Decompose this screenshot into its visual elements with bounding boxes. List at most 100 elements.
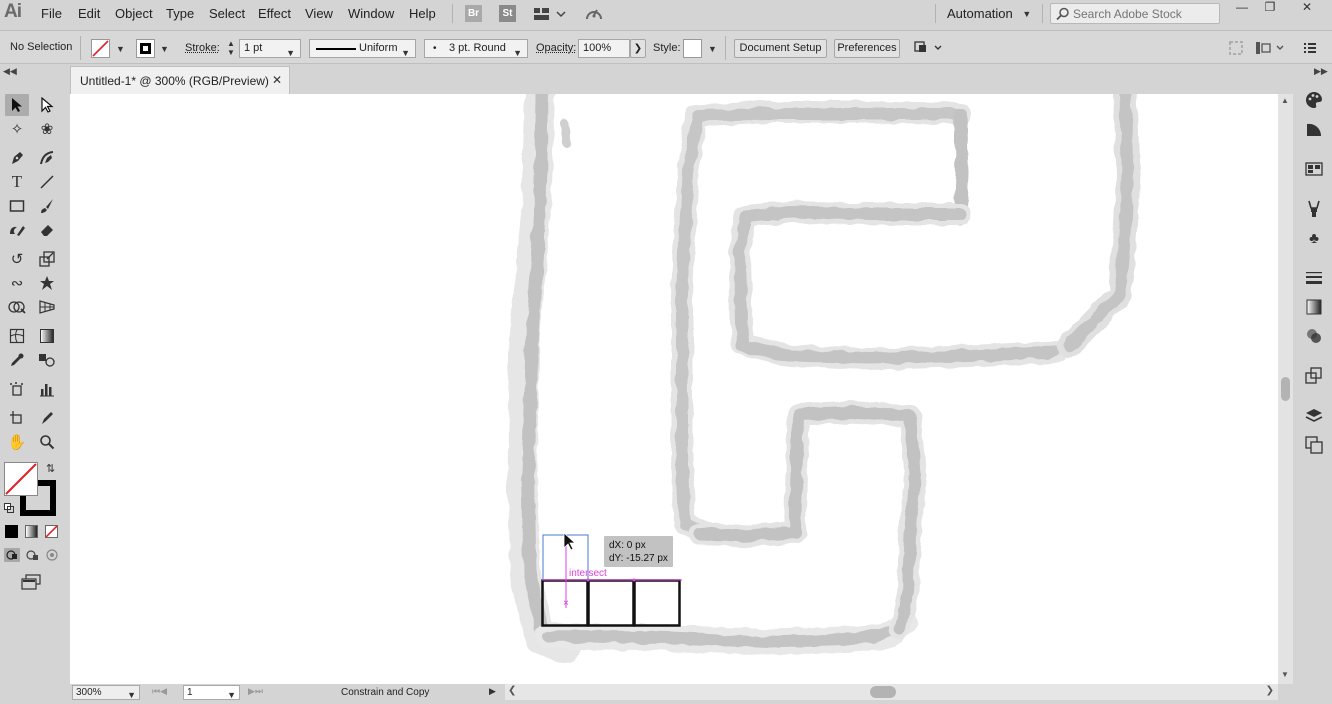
draw-normal-icon[interactable] (4, 548, 20, 562)
stroke-icon[interactable] (1304, 268, 1324, 288)
stroke-dropdown-chevron-icon[interactable]: ▼ (160, 44, 169, 54)
opacity-label[interactable]: Opacity: (536, 42, 576, 54)
change-screen-mode-icon[interactable] (20, 574, 44, 590)
draw-inside-icon[interactable] (44, 548, 60, 562)
paintbrush-tool-icon[interactable] (35, 195, 59, 217)
symbols-icon[interactable]: ♣ (1304, 228, 1324, 248)
artboard-navigator[interactable]: 1 ▼ (183, 685, 240, 700)
symbol-sprayer-tool-icon[interactable] (5, 378, 29, 400)
menu-help[interactable]: Help (409, 6, 436, 21)
shaper-tool-icon[interactable] (5, 219, 29, 241)
artboard-canvas[interactable]: × intersect dX: 0 px dY: -15.27 px (70, 94, 1278, 684)
workspace-switcher[interactable]: Automation ▼ (947, 6, 1031, 21)
artboards-icon[interactable] (1304, 435, 1324, 455)
transparency-icon[interactable] (1304, 326, 1324, 346)
eyedropper-tool-icon[interactable] (5, 349, 29, 371)
rectangle-tool-icon[interactable] (5, 195, 29, 217)
horizontal-scroll-thumb[interactable] (870, 686, 896, 698)
warp-tool-icon[interactable]: ∾ (5, 272, 29, 294)
document-tab[interactable]: Untitled-1* @ 300% (RGB/Preview) ✕ (70, 66, 290, 94)
scroll-up-icon[interactable]: ▲ (1281, 96, 1289, 105)
default-fill-stroke-icon[interactable] (4, 502, 14, 513)
stroke-label[interactable]: Stroke: (185, 42, 220, 54)
menu-file[interactable]: File (41, 6, 62, 21)
rotate-tool-icon[interactable]: ↺ (5, 248, 29, 270)
transform-icon[interactable] (1228, 40, 1244, 56)
color-panel-icon[interactable] (1304, 90, 1324, 110)
gradient-mode-icon[interactable] (25, 525, 38, 538)
hand-tool-icon[interactable]: ✋ (5, 431, 29, 453)
close-tab-icon[interactable]: ✕ (272, 73, 282, 87)
document-setup-button[interactable]: Document Setup (734, 39, 827, 58)
menu-select[interactable]: Select (209, 6, 245, 21)
menu-view[interactable]: View (305, 6, 333, 21)
align-options-icon[interactable] (913, 39, 943, 57)
direct-selection-tool-icon[interactable] (35, 94, 59, 116)
menu-effect[interactable]: Effect (258, 6, 291, 21)
vertical-scrollbar[interactable]: ▲ ▼ (1278, 94, 1293, 684)
arrange-documents-icon[interactable] (533, 6, 569, 22)
draw-behind-icon[interactable] (24, 548, 40, 562)
opacity-expand-chevron-icon[interactable]: ❯ (630, 39, 646, 58)
none-mode-icon[interactable] (45, 525, 58, 538)
brushes-icon[interactable] (1304, 199, 1324, 219)
gpu-performance-icon[interactable] (584, 5, 604, 23)
pen-tool-icon[interactable] (5, 147, 29, 169)
menu-type[interactable]: Type (166, 6, 194, 21)
scroll-down-icon[interactable]: ▼ (1281, 670, 1289, 679)
bridge-icon[interactable]: Br (465, 5, 482, 22)
shape-builder-tool-icon[interactable] (5, 296, 29, 318)
menu-object[interactable]: Object (115, 6, 153, 21)
lasso-tool-icon[interactable]: ❀ (35, 118, 59, 140)
collapse-tools-icon[interactable]: ◀◀ (3, 66, 17, 78)
swatches-icon[interactable] (1304, 159, 1324, 179)
eraser-tool-icon[interactable] (35, 219, 59, 241)
mesh-tool-icon[interactable] (5, 325, 29, 347)
style-dropdown-chevron-icon[interactable]: ▼ (708, 44, 717, 54)
blend-tool-icon[interactable] (35, 349, 59, 371)
swap-fill-stroke-icon[interactable]: ⇅ (46, 462, 55, 475)
stroke-weight-stepper[interactable]: ▲ ▼ (223, 39, 239, 58)
scroll-left-icon[interactable]: ❮ (508, 685, 516, 696)
fill-color-box[interactable] (4, 462, 38, 496)
close-window-button[interactable]: ✕ (1289, 0, 1325, 16)
stroke-swatch[interactable] (136, 39, 155, 58)
menu-edit[interactable]: Edit (78, 6, 100, 21)
variable-width-profile[interactable]: Uniform ▼ (309, 39, 416, 58)
fill-dropdown-chevron-icon[interactable]: ▼ (116, 44, 125, 54)
gradient-icon[interactable] (1304, 297, 1324, 317)
perspective-grid-tool-icon[interactable] (35, 296, 59, 318)
isolate-mode-icon[interactable] (1254, 40, 1288, 56)
color-mode-icon[interactable] (5, 525, 18, 538)
puppet-warp-tool-icon[interactable] (35, 272, 59, 294)
status-menu-icon[interactable]: ▶ (489, 686, 496, 697)
color-guide-icon[interactable] (1304, 119, 1324, 139)
layers-icon[interactable] (1304, 406, 1324, 426)
type-tool-icon[interactable]: T (5, 171, 29, 193)
zoom-field[interactable]: 300% ▼ (72, 685, 140, 700)
selection-tool-icon[interactable] (5, 94, 29, 116)
first-artboard-icon[interactable]: ⏮◀ (152, 686, 167, 697)
stroke-weight-field[interactable]: 1 pt ▼ (239, 39, 301, 58)
stock-icon[interactable]: St (499, 5, 516, 22)
scroll-right-icon[interactable]: ❯ (1266, 685, 1274, 696)
gradient-tool-icon[interactable] (35, 325, 59, 347)
menu-window[interactable]: Window (348, 6, 394, 21)
column-graph-tool-icon[interactable] (35, 378, 59, 400)
search-input[interactable] (1073, 6, 1215, 21)
slice-tool-icon[interactable] (35, 407, 59, 429)
expand-panels-icon[interactable]: ▶▶ (1314, 66, 1328, 78)
appearance-icon[interactable] (1304, 366, 1324, 386)
horizontal-scrollbar[interactable]: ❮ ❯ (505, 684, 1278, 700)
brush-definition[interactable]: • 3 pt. Round ▼ (424, 39, 528, 58)
opacity-field[interactable]: 100% (578, 39, 630, 58)
last-artboard-icon[interactable]: ▶⏭ (248, 686, 263, 697)
preferences-button[interactable]: Preferences (834, 39, 900, 58)
restore-button[interactable]: ❐ (1252, 0, 1288, 16)
graphic-style-swatch[interactable] (683, 39, 702, 58)
panel-menu-icon[interactable] (1302, 40, 1318, 56)
scale-tool-icon[interactable] (35, 248, 59, 270)
stock-search[interactable] (1050, 3, 1220, 24)
magic-wand-tool-icon[interactable]: ✧ (5, 118, 29, 140)
artboard-tool-icon[interactable] (5, 407, 29, 429)
